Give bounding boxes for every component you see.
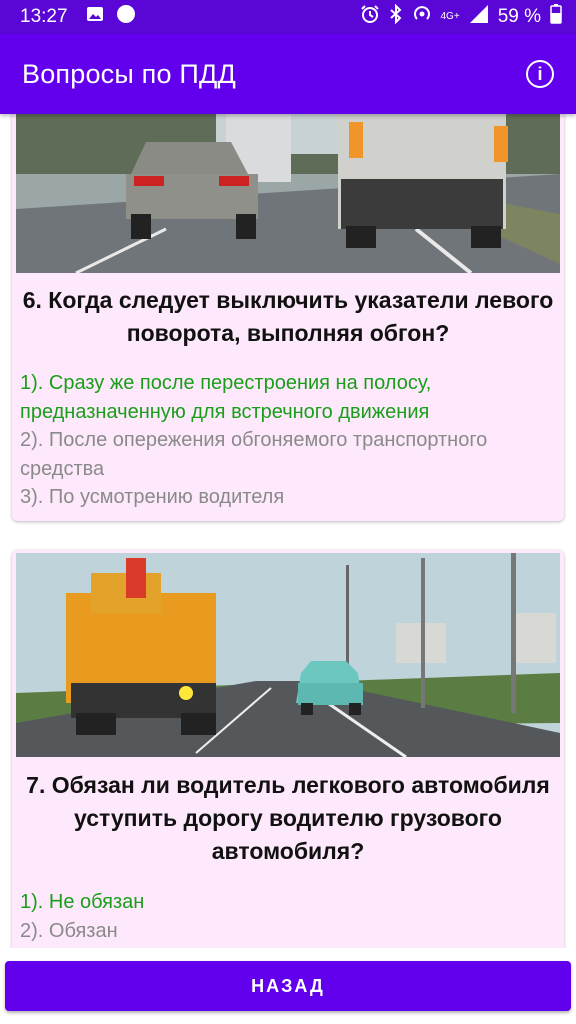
answer-option[interactable]: 1). Не обязан <box>20 888 556 917</box>
network-type: 4G+ <box>440 11 460 22</box>
question-title: 7. Обязан ли водитель легкового автомоби… <box>26 772 550 864</box>
info-icon[interactable]: i <box>526 60 554 88</box>
answers-list: 1). Сразу же после перестроения на полос… <box>20 369 556 512</box>
hotspot-icon <box>412 4 432 30</box>
question-image <box>16 553 560 757</box>
answers-list: 1). Не обязан 2). Обязан <box>20 888 556 945</box>
status-time: 13:27 <box>20 6 68 27</box>
battery-icon <box>550 4 562 30</box>
answer-option[interactable]: 1). Сразу же после перестроения на полос… <box>20 369 556 426</box>
question-image <box>16 114 560 273</box>
question-card: 6. Когда следует выключить указатели лев… <box>12 114 564 521</box>
app-bar: Вопросы по ПДД i <box>0 34 576 114</box>
circle-icon <box>116 4 136 30</box>
info-glyph: i <box>537 63 543 84</box>
answer-option[interactable]: 2). Обязан <box>20 917 556 946</box>
back-button[interactable]: НАЗАД <box>5 961 571 1011</box>
status-bar: 13:27 4G+ 59 % <box>0 0 576 34</box>
answer-option[interactable]: 3). По усмотрению водителя <box>20 483 556 512</box>
bottom-bar: НАЗАД <box>0 948 576 1024</box>
bluetooth-icon <box>389 3 403 30</box>
questions-list[interactable]: 6. Когда следует выключить указатели лев… <box>0 114 576 948</box>
answer-option[interactable]: 2). После опережения обгоняемого транспо… <box>20 426 556 483</box>
question-title: 6. Когда следует выключить указатели лев… <box>22 287 554 346</box>
app-title: Вопросы по ПДД <box>22 58 237 89</box>
battery-percent: 59 % <box>497 6 541 27</box>
question-card: 7. Обязан ли водитель легкового автомоби… <box>12 550 564 948</box>
alarm-icon <box>360 4 380 30</box>
image-icon <box>86 6 104 28</box>
signal-icon <box>469 4 489 30</box>
